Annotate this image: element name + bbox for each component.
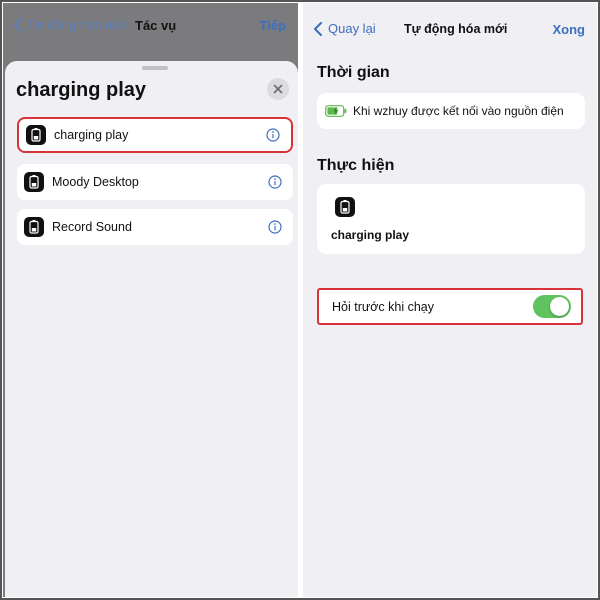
sheet-grabber[interactable] bbox=[142, 66, 168, 70]
shortcut-picker-screen: Tự động hóa mới Tác vụ Tiếp charging pla… bbox=[3, 3, 298, 597]
phone-battery-icon bbox=[24, 172, 44, 192]
action-label: charging play bbox=[331, 228, 410, 242]
shortcut-label: Record Sound bbox=[52, 220, 132, 234]
nav-title: Tự động hóa mới bbox=[404, 22, 508, 36]
phone-battery-icon bbox=[24, 217, 44, 237]
close-icon bbox=[273, 84, 283, 94]
toggle-knob bbox=[550, 297, 569, 316]
action-card[interactable]: charging play bbox=[317, 184, 585, 254]
trigger-text: Khi wzhuy được kết nối vào nguồn điện bbox=[353, 104, 564, 118]
info-circle-icon[interactable] bbox=[266, 128, 280, 142]
trigger-card[interactable]: Khi wzhuy được kết nối vào nguồn điện bbox=[317, 93, 585, 129]
shortcut-row-record-sound[interactable]: Record Sound bbox=[17, 209, 293, 245]
shortcut-sheet: charging play charging play Moody Deskto… bbox=[5, 61, 298, 597]
sheet-title: charging play bbox=[16, 79, 147, 101]
battery-charging-icon bbox=[325, 105, 347, 117]
back-button-label: Tự động hóa mới bbox=[27, 17, 128, 32]
back-button-label: Quay lại bbox=[328, 21, 376, 36]
chevron-left-icon bbox=[314, 21, 322, 36]
new-automation-screen: Quay lại Tự động hóa mới Xong Thời gian … bbox=[303, 3, 597, 597]
dimmed-nav-bar: Tự động hóa mới Tác vụ Tiếp bbox=[3, 3, 298, 61]
when-section-title: Thời gian bbox=[317, 64, 390, 81]
back-button[interactable]: Tự động hóa mới bbox=[13, 17, 127, 32]
info-circle-icon[interactable] bbox=[268, 175, 282, 189]
close-button[interactable] bbox=[267, 78, 289, 100]
do-section-title: Thực hiện bbox=[317, 157, 395, 174]
shortcut-label: Moody Desktop bbox=[52, 175, 139, 189]
done-button[interactable]: Xong bbox=[553, 22, 586, 37]
next-button[interactable]: Tiếp bbox=[260, 18, 287, 33]
shortcut-label: charging play bbox=[54, 128, 129, 142]
phone-battery-icon bbox=[26, 125, 46, 145]
ask-before-running-label: Hỏi trước khi chạy bbox=[332, 299, 435, 314]
phone-battery-icon bbox=[335, 197, 355, 217]
ask-before-running-row: Hỏi trước khi chạy bbox=[317, 288, 583, 325]
nav-title: Tác vụ bbox=[135, 18, 177, 33]
chevron-left-icon bbox=[14, 17, 22, 32]
back-button[interactable]: Quay lại bbox=[313, 21, 376, 36]
info-circle-icon[interactable] bbox=[268, 220, 282, 234]
shortcut-row-moody-desktop[interactable]: Moody Desktop bbox=[17, 164, 293, 200]
ask-before-running-toggle[interactable] bbox=[533, 295, 571, 318]
shortcut-row-charging-play[interactable]: charging play bbox=[17, 117, 293, 153]
